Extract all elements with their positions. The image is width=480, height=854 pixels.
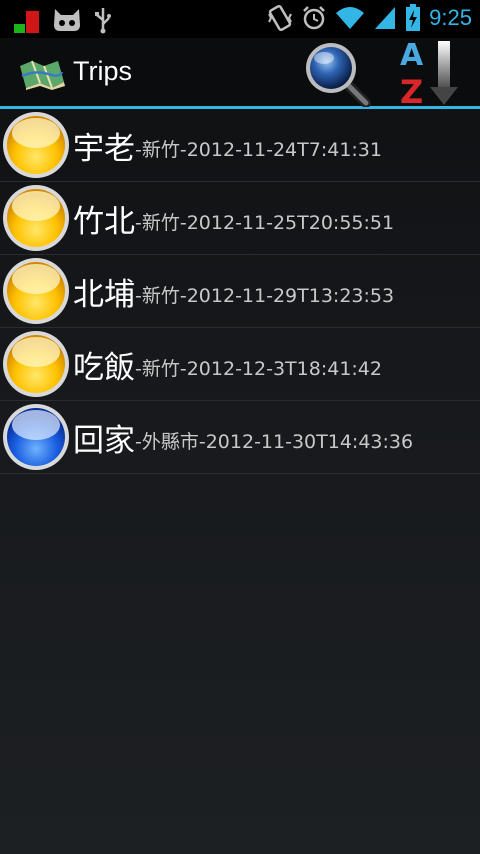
app-title: Trips bbox=[73, 56, 132, 86]
trip-detail: -新竹-2012-11-25T20:55:51 bbox=[135, 211, 395, 234]
trip-name: 吃飯 bbox=[73, 349, 135, 386]
yellow-ball-icon bbox=[3, 331, 69, 397]
list-item[interactable]: 北埔 -新竹-2012-11-29T13:23:53 bbox=[0, 255, 480, 328]
battery-charging-icon bbox=[406, 4, 421, 31]
trip-detail: -新竹-2012-12-3T18:41:42 bbox=[135, 357, 382, 380]
map-icon[interactable] bbox=[18, 58, 66, 90]
trip-list: 宇老 -新竹-2012-11-24T7:41:31 竹北 -新竹-2012-11-2… bbox=[0, 109, 480, 474]
action-bar: Trips A Z bbox=[0, 38, 480, 109]
list-item[interactable]: 回家 -外縣市-2012-11-30T14:43:36 bbox=[0, 401, 480, 474]
list-item[interactable]: 竹北 -新竹-2012-11-25T20:55:51 bbox=[0, 182, 480, 255]
notification-red-green-icon bbox=[14, 11, 39, 33]
trip-detail: -外縣市-2012-11-30T14:43:36 bbox=[135, 430, 414, 453]
status-bar: 9:25 bbox=[0, 0, 480, 38]
trip-name: 宇老 bbox=[73, 130, 135, 167]
yellow-ball-icon bbox=[3, 185, 69, 251]
trip-name: 北埔 bbox=[73, 276, 135, 313]
cyanogen-mod-icon bbox=[54, 9, 80, 31]
usb-icon bbox=[95, 8, 111, 34]
clock: 9:25 bbox=[429, 5, 472, 30]
sort-az-icon[interactable]: A Z bbox=[398, 39, 468, 107]
trip-name: 竹北 bbox=[73, 203, 135, 240]
trip-detail: -新竹-2012-11-29T13:23:53 bbox=[135, 284, 395, 307]
signal-icon bbox=[375, 7, 396, 29]
blue-ball-icon bbox=[3, 404, 69, 470]
wifi-icon bbox=[336, 7, 365, 29]
list-item[interactable]: 宇老 -新竹-2012-11-24T7:41:31 bbox=[0, 109, 480, 182]
list-item[interactable]: 吃飯 -新竹-2012-12-3T18:41:42 bbox=[0, 328, 480, 401]
trip-detail: -新竹-2012-11-24T7:41:31 bbox=[135, 138, 382, 161]
trip-name: 回家 bbox=[73, 422, 135, 459]
svg-text:A: A bbox=[400, 39, 424, 73]
yellow-ball-icon bbox=[3, 112, 69, 178]
svg-text:Z: Z bbox=[400, 73, 423, 107]
vibrate-icon bbox=[268, 4, 293, 32]
yellow-ball-icon bbox=[3, 258, 69, 324]
search-icon[interactable] bbox=[300, 39, 372, 107]
alarm-icon bbox=[303, 6, 326, 30]
